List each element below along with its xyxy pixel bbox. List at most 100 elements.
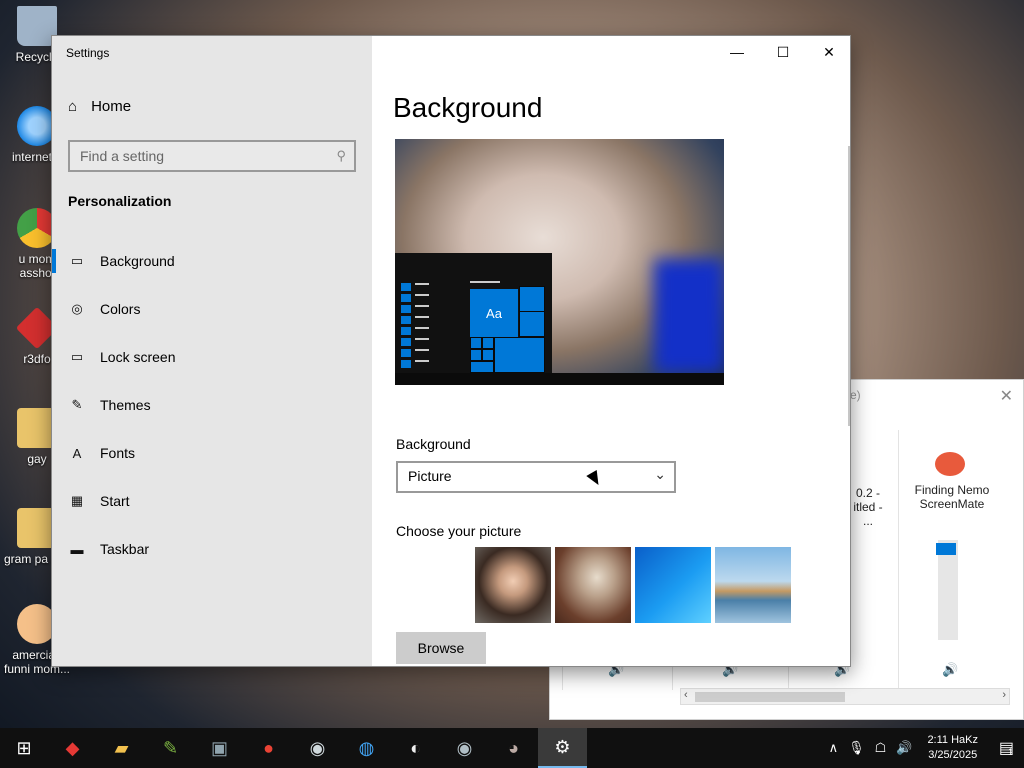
search-input[interactable]: Find a setting ⚲ [68, 140, 356, 172]
nav-label: Start [100, 493, 130, 509]
palette-icon: ◎ [71, 301, 83, 316]
scroll-left-icon[interactable]: ‹ [684, 689, 688, 701]
preview-menu-header [470, 281, 500, 283]
preview-tile [470, 349, 482, 361]
preview-tile-column [401, 283, 411, 371]
gimp-icon: ◕ [508, 737, 519, 758]
mixer-app-label: Finding Nemo ScreenMate [914, 483, 990, 511]
taskbar-app[interactable]: ● [244, 728, 293, 768]
clock-time: 2:11 HaKz [927, 734, 978, 746]
system-tray: ∧ 🎙 ☖ 🔊 2:11 HaKz 3/25/2025 ▤ 1 [824, 728, 1024, 768]
nav-item-themes[interactable]: ✎ Themes [52, 381, 372, 429]
nav-label: Taskbar [100, 541, 150, 557]
preview-tile [470, 361, 494, 373]
taskbar-app[interactable]: ◉ [440, 728, 489, 768]
preview-tile-aa: Aa [470, 289, 518, 337]
microphone-icon[interactable]: 🎙 [848, 740, 865, 756]
nav-item-start[interactable]: ▦ Start [52, 477, 372, 525]
nav-item-taskbar[interactable]: ▬ Taskbar [52, 525, 372, 573]
home-link[interactable]: ⌂ Home [68, 98, 131, 115]
network-icon[interactable]: ☖ [875, 740, 887, 756]
close-button[interactable]: ✕ [806, 36, 850, 68]
preview-tile [482, 337, 494, 349]
browse-button[interactable]: Browse [396, 632, 486, 664]
settings-sidebar: Settings ⌂ Home Find a setting ⚲ Persona… [52, 36, 372, 666]
taskbar-app[interactable]: ▰ [97, 728, 146, 768]
chrome-icon: ● [263, 737, 274, 758]
background-type-label: Background [396, 436, 471, 452]
page-title: Background [393, 92, 543, 123]
window-title: Settings [66, 46, 110, 60]
mixer-app-label: 0.2 - itled - ... [853, 486, 883, 528]
clock[interactable]: 2:11 HaKz 3/25/2025 [927, 733, 978, 763]
mixer-column [898, 430, 899, 690]
nav-label: Themes [100, 397, 151, 413]
settings-window: Settings ⌂ Home Find a setting ⚲ Persona… [51, 35, 851, 667]
nav-label: Fonts [100, 445, 136, 461]
start-button[interactable]: ⊞ [0, 728, 48, 768]
content-scrollbar[interactable] [848, 146, 850, 426]
clock-date: 3/25/2025 [928, 749, 978, 761]
scroll-right-icon[interactable]: › [1002, 689, 1006, 701]
volume-icon[interactable]: 🔊 [896, 740, 912, 756]
dropdown-value: Picture [408, 468, 452, 484]
preview-tile [482, 349, 494, 361]
home-icon: ⌂ [68, 98, 78, 115]
background-preview: Aa [395, 139, 724, 385]
preview-start-menu: Aa [395, 253, 552, 373]
nav-item-colors[interactable]: ◎ Colors [52, 285, 372, 333]
taskbar-app[interactable]: ◆ [48, 728, 97, 768]
preview-taskbar [395, 373, 724, 385]
nav-item-fonts[interactable]: A Fonts [52, 429, 372, 477]
picture-thumbnail[interactable] [715, 547, 791, 623]
fonts-icon: A [72, 445, 82, 461]
taskbar-app[interactable]: ◕ [489, 728, 538, 768]
taskbar-app[interactable]: ◉ [293, 728, 342, 768]
taskbar-app[interactable]: ▣ [195, 728, 244, 768]
maximize-button[interactable]: ☐ [760, 36, 806, 68]
search-placeholder: Find a setting [80, 148, 165, 164]
nav-label: Colors [100, 301, 141, 317]
mixer-header-fragment: e) [850, 388, 861, 402]
taskbar-app-settings[interactable]: ⚙ [538, 728, 587, 768]
nav-item-background[interactable]: ▭ Background [52, 237, 372, 285]
picture-thumbnail[interactable] [555, 547, 631, 623]
nav-item-lock-screen[interactable]: ▭ Lock screen [52, 333, 372, 381]
minimize-button[interactable]: — [714, 36, 760, 68]
show-hidden-icons-chevron-icon[interactable]: ∧ [829, 740, 839, 756]
taskbar-app[interactable]: ◍ [342, 728, 391, 768]
picture-thumbnail[interactable] [635, 547, 711, 623]
preview-menu-lines [415, 283, 429, 371]
red-box-app-icon: ◆ [65, 737, 80, 758]
nav-label: Lock screen [100, 349, 176, 365]
preview-tile [470, 337, 482, 349]
section-heading: Personalization [68, 193, 172, 209]
background-type-dropdown[interactable]: Picture ⌄ [396, 461, 676, 493]
alien-icon: ◉ [309, 737, 326, 758]
paint-palette-icon: ✎ [162, 737, 179, 758]
action-center-button[interactable]: ▤ 1 [988, 728, 1024, 768]
chevron-down-icon: ⌄ [654, 466, 666, 482]
preview-tile [494, 337, 545, 373]
preview-tile [519, 286, 545, 312]
taskbar-app[interactable]: ✎ [146, 728, 195, 768]
settings-gear-icon: ⚙ [554, 736, 571, 757]
home-label: Home [91, 98, 132, 115]
file-explorer-icon: ▰ [114, 737, 129, 758]
taskbar-app[interactable]: ◐ [391, 728, 440, 768]
picture-thumbnail[interactable] [475, 547, 551, 623]
themes-icon: ✎ [71, 397, 83, 412]
scrollbar-thumb[interactable] [695, 692, 845, 702]
taskbar: ⊞ ◆ ▰ ✎ ▣ ● ◉ ◍ ◐ ◉ ◕ ⚙ ∧ 🎙 ☖ 🔊 2:11 HaK… [0, 728, 1024, 768]
choose-picture-label: Choose your picture [396, 523, 522, 539]
nemo-volume-thumb[interactable] [936, 543, 956, 555]
nemo-volume-slider[interactable] [938, 540, 958, 640]
mixer-horizontal-scrollbar[interactable]: ‹ › [680, 688, 1010, 705]
preview-blue-shape [654, 259, 724, 373]
start-icon: ▦ [70, 493, 84, 508]
picture-thumbnails [475, 547, 791, 623]
search-icon: ⚲ [336, 148, 346, 163]
mixer-close-icon[interactable]: ✕ [1000, 386, 1013, 406]
globe-icon: ◍ [358, 737, 375, 758]
speaker-icon[interactable]: 🔊 [942, 662, 958, 678]
